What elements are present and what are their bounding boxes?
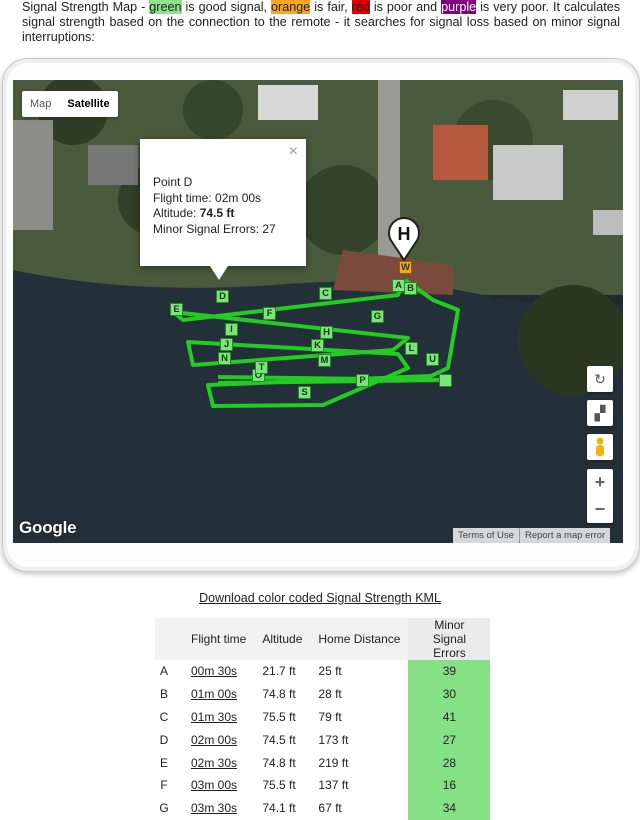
download-kml-link[interactable]: Download color coded Signal Strength KML [0,591,640,605]
row-altitude: 74.8 ft [262,755,296,770]
map-type-satellite-button[interactable]: Satellite [59,91,117,117]
terms-of-use-link[interactable]: Terms of Use [453,528,519,543]
header-altitude: Altitude [254,618,311,660]
map-type-control: Map Satellite [22,91,118,117]
row-errors: 28 [408,751,491,774]
marker-U[interactable]: U [426,353,439,366]
home-marker-icon[interactable]: H [387,216,421,262]
row-errors: 30 [408,682,491,706]
tilt-icon[interactable]: ▞ [587,400,613,426]
marker-F[interactable]: F [263,307,276,320]
info-window-tail [210,266,228,280]
row-errors: 41 [408,705,491,729]
table-row: F 03m 00s 75.5 ft 137 ft 16 [155,773,491,797]
flight-stats-table: Flight time Altitude Home Distance Minor… [155,618,491,820]
marker-P[interactable]: P [356,374,369,387]
row-flight-time-link[interactable]: 01m 30s [173,706,254,729]
table-row: A 00m 30s 21.7 ft 25 ft 39 [155,660,491,683]
row-home-distance: 173 ft [318,732,349,747]
row-home-distance: 137 ft [318,778,349,793]
zoom-in-button[interactable]: + [587,469,613,496]
intro-text: Signal Strength Map - green is good sign… [22,0,621,44]
marker-I[interactable]: I [225,323,238,336]
marker-J[interactable]: J [220,338,233,351]
marker-W[interactable]: W [399,261,412,274]
info-errors: Minor Signal Errors: 27 [153,221,276,236]
row-flight-time-link[interactable]: 03m 00s [173,774,254,797]
marker-N[interactable]: N [218,352,231,365]
close-icon[interactable]: × [289,143,298,161]
marker-L[interactable]: L [405,342,418,355]
marker-B[interactable]: B [404,282,417,295]
marker-S[interactable]: S [298,386,311,399]
marker-T[interactable]: T [255,361,268,374]
info-flight-time: Flight time: 02m 00s [153,190,262,205]
map-type-map-button[interactable]: Map [22,91,59,117]
zoom-out-button[interactable]: − [587,496,613,523]
row-flight-time-link[interactable]: 02m 30s [173,751,254,774]
row-point: C [159,709,169,724]
row-errors: 39 [408,660,491,683]
row-point: G [159,801,169,816]
row-altitude: 74.1 ft [262,801,296,816]
row-point: E [159,755,168,770]
row-flight-time-link[interactable]: 01m 00s [173,683,254,706]
marker-H[interactable]: H [320,326,333,339]
row-home-distance: 28 ft [318,687,342,702]
header-flight-time: Flight time [173,618,255,660]
header-home-distance: Home Distance [310,618,409,660]
pegman-icon[interactable] [587,434,613,460]
legend-purple: purple [441,0,477,14]
rotate-icon[interactable]: ↻ [587,366,613,392]
legend-red: red [351,0,370,14]
row-flight-time-link[interactable]: 03m 30s [173,797,254,820]
table-header-row: Flight time Altitude Home Distance Minor… [155,618,491,660]
row-home-distance: 25 ft [318,664,342,679]
info-title: Point D [153,175,193,189]
table-row: C 01m 30s 75.5 ft 79 ft 41 [155,705,491,729]
row-altitude: 75.5 ft [262,778,296,793]
header-point [155,618,173,660]
row-point: D [159,732,169,747]
row-point: A [159,664,168,679]
row-altitude: 74.8 ft [262,687,296,702]
row-altitude: 74.5 ft [262,732,296,747]
marker-final[interactable] [439,374,452,387]
row-altitude: 21.7 ft [262,664,296,679]
row-errors: 27 [408,728,491,752]
row-flight-time-link[interactable]: 00m 30s [173,660,254,683]
google-logo: Google [19,518,77,537]
table-row: B 01m 00s 74.8 ft 28 ft 30 [155,682,491,706]
header-minor-signal-errors: Minor Signal Errors [408,618,491,660]
marker-D[interactable]: D [216,290,229,303]
zoom-control: + − [587,469,613,523]
signal-map[interactable]: Map Satellite × Point D Flight time: 02m… [13,80,623,543]
marker-K[interactable]: K [311,339,324,352]
info-window: × Point D Flight time: 02m 00s Altitude:… [140,139,306,280]
marker-M[interactable]: M [318,354,331,367]
row-home-distance: 79 ft [318,709,342,724]
satellite-imagery [13,80,623,543]
table-row: G 03m 30s 74.1 ft 67 ft 34 [155,796,491,820]
row-point: B [159,687,168,702]
row-home-distance: 67 ft [318,801,342,816]
row-home-distance: 219 ft [318,755,349,770]
marker-G[interactable]: G [371,310,384,323]
marker-E[interactable]: E [170,303,183,316]
row-altitude: 75.5 ft [262,709,296,724]
info-altitude: Altitude: 74.5 ft [153,206,235,220]
row-errors: 16 [408,773,491,797]
row-point: F [160,778,168,793]
map-footer: Terms of Use Report a map error [453,528,611,543]
row-errors: 34 [408,796,491,820]
svg-text:H: H [398,224,411,244]
legend-green: green [149,0,182,14]
row-flight-time-link[interactable]: 02m 00s [173,728,254,751]
legend-orange: orange [271,0,311,14]
table-row: D 02m 00s 74.5 ft 173 ft 27 [155,728,491,752]
marker-C[interactable]: C [319,287,332,300]
report-map-error-link[interactable]: Report a map error [518,528,610,543]
table-row: E 02m 30s 74.8 ft 219 ft 28 [155,751,491,774]
